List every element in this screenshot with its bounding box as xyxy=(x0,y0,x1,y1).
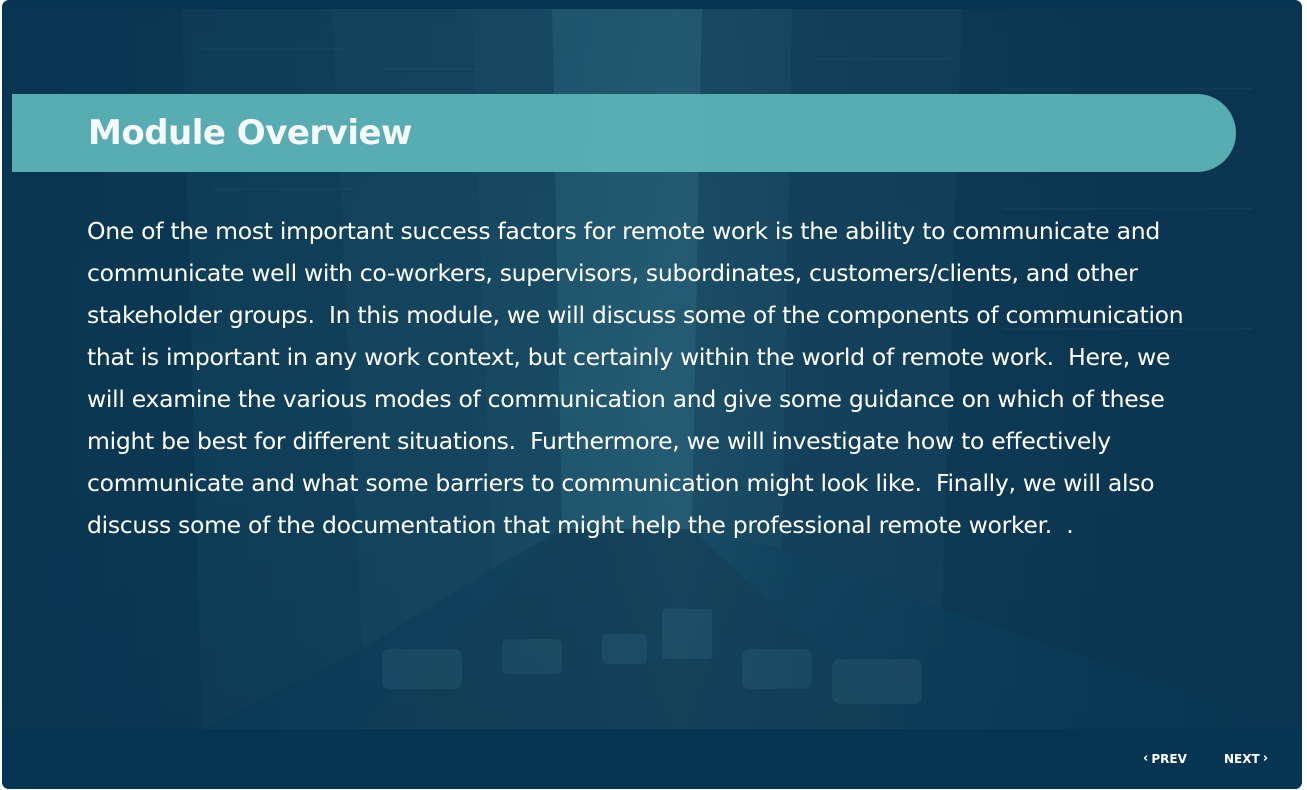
slide-frame: Module Overview One of the most importan… xyxy=(2,0,1302,789)
next-label: NEXT xyxy=(1224,752,1260,766)
slide-content: Module Overview One of the most importan… xyxy=(2,9,1302,729)
page-title: Module Overview xyxy=(88,113,412,153)
prev-button[interactable]: ‹ PREV xyxy=(1143,749,1187,769)
chevron-right-icon: › xyxy=(1262,751,1269,766)
chevron-left-icon: ‹ xyxy=(1143,751,1149,766)
module-overview-text: One of the most important success factor… xyxy=(87,217,1191,539)
title-banner: Module Overview xyxy=(12,94,1236,172)
next-button[interactable]: NEXT › xyxy=(1224,749,1268,769)
navigation-footer: ‹ PREV NEXT › xyxy=(2,729,1302,789)
prev-label: PREV xyxy=(1151,752,1187,766)
